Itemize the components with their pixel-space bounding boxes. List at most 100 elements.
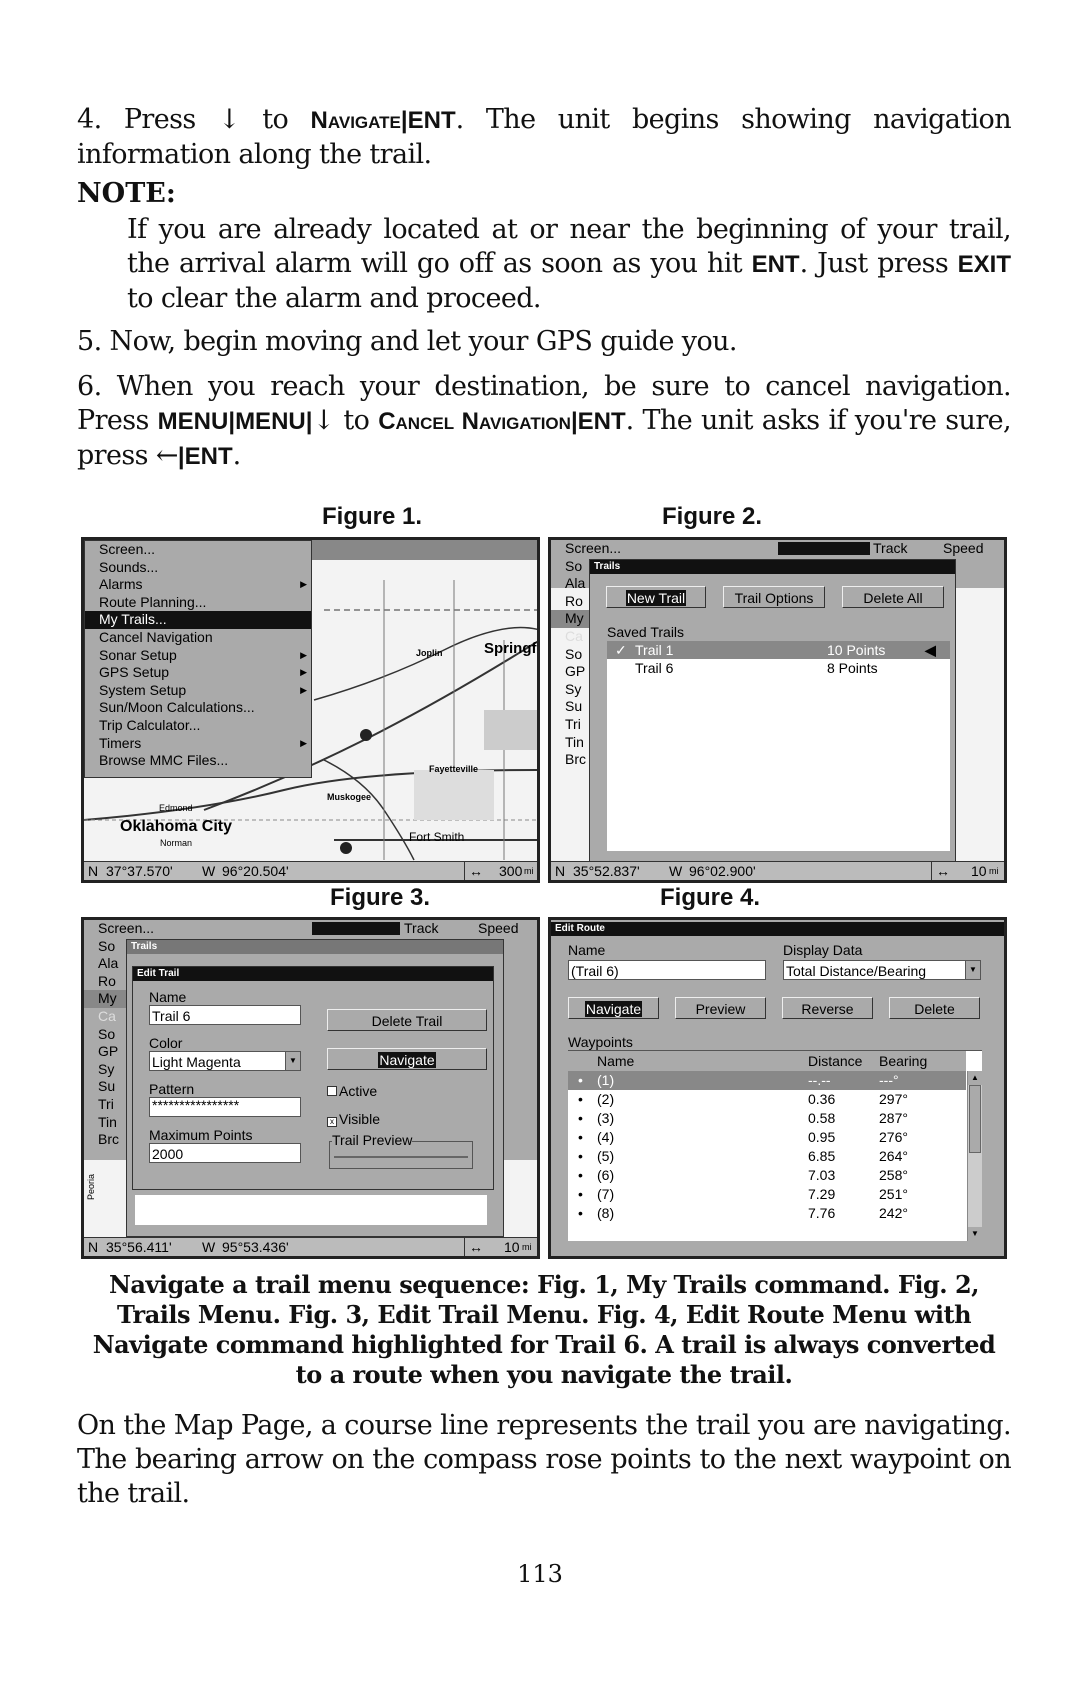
delete-all-button[interactable]: Delete All (842, 586, 944, 608)
cell-name: (4) (597, 1129, 615, 1145)
scrollbar[interactable]: ▲ ▼ (967, 1071, 982, 1241)
trail-options-button[interactable]: Trail Options (723, 586, 825, 608)
cell-name: (7) (597, 1186, 615, 1202)
table-row[interactable]: • (8) 7.76 242° (568, 1204, 966, 1223)
map-label-muskogee: Muskogee (327, 792, 372, 802)
note-heading: NOTE: (77, 178, 176, 209)
waypoint-dot-icon: • (578, 1129, 583, 1145)
new-trail-button[interactable]: New Trail (606, 586, 706, 608)
dialog-title: Trails (127, 940, 503, 954)
menu-item[interactable]: Alarms ▶ (85, 576, 311, 594)
cell-name: (5) (597, 1148, 615, 1164)
active-checkbox[interactable]: Active (327, 1083, 377, 1099)
cell-name: (1) (597, 1072, 615, 1088)
cell-bearing: 276° (879, 1129, 908, 1145)
figure-4-screen: Edit Route Name (Trail 6) Display Data T… (548, 917, 1007, 1259)
color-select[interactable]: Light Magenta ▼ (149, 1051, 301, 1071)
trail-name-input[interactable]: Trail 6 (149, 1005, 301, 1025)
reverse-button[interactable]: Reverse (782, 997, 873, 1019)
page-number: 113 (517, 1560, 563, 1588)
saved-trails-label: Saved Trails (607, 624, 685, 640)
table-row[interactable]: • (2) 0.36 297° (568, 1090, 966, 1109)
trail-row[interactable]: Trail 6 8 Points (607, 659, 950, 677)
menu-item[interactable]: System Setup ▶ (85, 682, 311, 700)
key-navigate: Navigate (310, 107, 401, 134)
table-row[interactable]: • (7) 7.29 251° (568, 1185, 966, 1204)
cell-distance: 0.95 (808, 1129, 836, 1145)
waypoint-dot-icon: • (578, 1205, 583, 1221)
figure-3-screen: Peoria Track Speed Screen... So Ala Ro My Ca S… (81, 917, 540, 1259)
route-name-input[interactable]: (Trail 6) (568, 960, 766, 980)
step-4: 4. Press ↓ to Navigate|ENT. The unit beg… (77, 104, 1012, 170)
menu-item[interactable]: Route Planning... (85, 594, 311, 612)
menu-item[interactable]: Cancel Navigation (85, 629, 311, 647)
table-row[interactable]: • (3) 0.58 287° (568, 1109, 966, 1128)
map-label-oklahoma-city: Oklahoma City (120, 818, 233, 835)
cell-name: (6) (597, 1167, 615, 1183)
trail-row[interactable]: ✓ Trail 1 10 Points ◀ (607, 641, 950, 659)
delete-button[interactable]: Delete (889, 997, 980, 1019)
main-menu: Screen... Sounds... Alarms ▶ Route Planning.… (84, 540, 312, 778)
map-label-springfield: Springf (484, 640, 537, 657)
longitude: 96°02.900' (689, 863, 756, 879)
cell-distance: 7.03 (808, 1167, 836, 1183)
speed-header: Speed (943, 540, 984, 556)
cell-bearing: 258° (879, 1167, 908, 1183)
check-icon: ✓ (615, 642, 627, 658)
scroll-up-icon[interactable]: ▲ (968, 1071, 982, 1085)
map-label-edmond: Edmond (159, 803, 193, 813)
scroll-down-icon[interactable]: ▼ (968, 1227, 982, 1241)
navigate-button[interactable]: Navigate (327, 1048, 487, 1070)
table-row[interactable]: • (5) 6.85 264° (568, 1147, 966, 1166)
cell-name: (2) (597, 1091, 615, 1107)
key-exit: EXIT (957, 251, 1011, 278)
zoom-arrows-icon: ↔ (464, 862, 483, 880)
menu-item[interactable]: Screen... (85, 541, 311, 559)
map-label-peoria: Peoria (86, 1173, 96, 1200)
closing-paragraph: On the Map Page, a course line represent… (77, 1410, 1012, 1509)
figure-1-screen: Springf Joplin Fayetteville Muskogee Edm… (81, 537, 540, 883)
cell-name: (8) (597, 1205, 615, 1221)
menu-item[interactable]: Sounds... (85, 559, 311, 577)
display-data-select[interactable]: Total Distance/Bearing ▼ (783, 960, 981, 980)
figure-1-label: Figure 1. (322, 503, 423, 530)
menu-item[interactable]: My Trails... (85, 611, 311, 629)
cell-distance: 7.29 (808, 1186, 836, 1202)
preview-button[interactable]: Preview (675, 997, 766, 1019)
submenu-arrow-icon: ▶ (300, 649, 307, 660)
cell-distance: 7.76 (808, 1205, 836, 1221)
scroll-thumb[interactable] (969, 1085, 981, 1153)
table-row[interactable]: • (6) 7.03 258° (568, 1166, 966, 1185)
delete-trail-button[interactable]: Delete Trail (327, 1009, 487, 1031)
menu-item[interactable]: Trip Calculator... (85, 717, 311, 735)
cell-name: (3) (597, 1110, 615, 1126)
edit-trail-dialog: Edit Trail Name Trail 6 Color Light Mage… (132, 966, 494, 1190)
zoom-level: 10 (504, 1239, 520, 1255)
visible-checkbox[interactable]: x Visible (327, 1111, 380, 1127)
table-row[interactable]: • (4) 0.95 276° (568, 1128, 966, 1147)
note-text: If you are already located at or near th… (127, 214, 1012, 314)
dialog-title: Edit Route (551, 922, 1004, 936)
menu-item[interactable]: Sonar Setup ▶ (85, 647, 311, 665)
pattern-input[interactable]: **************** (149, 1097, 301, 1117)
zoom-level: 300 (499, 863, 523, 879)
navigate-button[interactable]: Navigate (568, 997, 659, 1019)
left-arrow-icon: ← (155, 440, 179, 471)
chevron-down-icon: ▼ (965, 961, 980, 979)
longitude: 96°20.504' (222, 863, 289, 879)
menu-item[interactable]: Sun/Moon Calculations... (85, 699, 311, 717)
submenu-arrow-icon: ▶ (300, 684, 307, 695)
saved-trails-list: ✓ Trail 1 10 Points ◀ Trail 6 8 Points (607, 641, 950, 851)
menu-item[interactable]: GPS Setup ▶ (85, 664, 311, 682)
trail-preview: Trail Preview (329, 1132, 473, 1169)
menu-item[interactable]: Timers ▶ (85, 735, 311, 753)
figure-4-label: Figure 4. (660, 884, 761, 911)
waypoint-dot-icon: • (578, 1148, 583, 1164)
table-row[interactable]: • (1) --.-- ---° (568, 1071, 966, 1090)
cell-bearing: 287° (879, 1110, 908, 1126)
table-header: Name Distance Bearing (568, 1051, 966, 1071)
menu-item[interactable]: Browse MMC Files... (85, 752, 311, 770)
longitude: 95°53.436' (222, 1239, 289, 1255)
dialog-title: Edit Trail (133, 967, 493, 981)
max-points-input[interactable]: 2000 (149, 1143, 301, 1163)
